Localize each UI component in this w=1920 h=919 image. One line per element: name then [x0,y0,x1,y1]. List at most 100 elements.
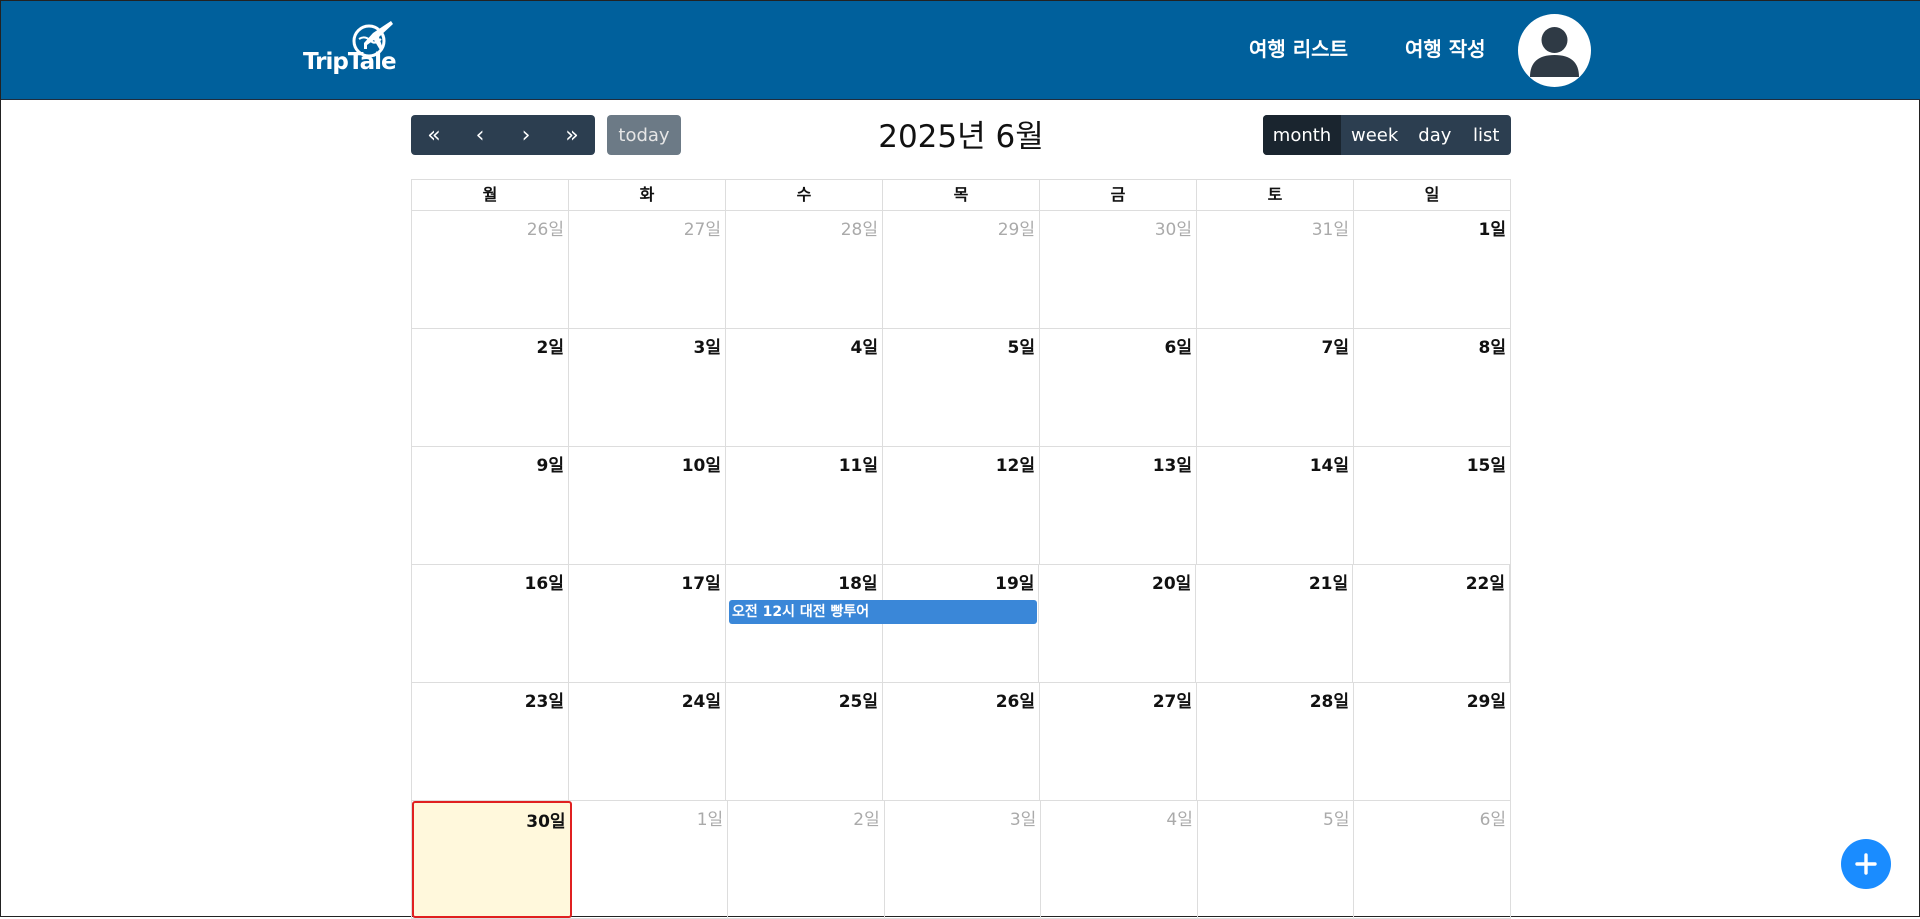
day-cell[interactable]: 4일 [726,329,883,446]
calendar-nav-group: « ‹ › » [411,115,595,155]
day-cell[interactable]: 14일 [1197,447,1354,564]
week-view-button[interactable]: week [1341,115,1408,155]
day-cell[interactable]: 28일 [726,211,883,328]
day-cell[interactable]: 11일 [726,447,883,564]
day-number: 26일 [995,692,1035,712]
week-row: 26일 27일 28일 29일 30일 31일 1일 [412,211,1510,329]
month-view-button[interactable]: month [1263,115,1341,155]
day-number: 20일 [1151,574,1192,594]
day-number: 27일 [683,220,721,240]
day-cell[interactable]: 22일 [1353,565,1511,682]
day-cell[interactable]: 17일 [569,565,726,682]
day-cell[interactable]: 16일 [412,565,569,682]
weekday-header: 월 [412,180,569,210]
user-avatar[interactable] [1518,14,1591,87]
nav-trip-list-link[interactable]: 여행 리스트 [1249,33,1348,62]
day-number: 8일 [1478,338,1506,358]
day-cell[interactable]: 3일 [885,801,1042,918]
day-cell[interactable]: 24일 [569,683,726,800]
day-number: 29일 [997,220,1035,240]
day-cell[interactable]: 13일 [1040,447,1197,564]
triptale-logo[interactable]: TripTale [303,19,397,77]
day-cell[interactable]: 3일 [569,329,726,446]
weekday-header: 일 [1424,185,1440,204]
day-number: 25일 [838,692,878,712]
day-cell[interactable]: 8일 [1354,329,1510,446]
logo-text: TripTale [303,49,397,75]
day-number: 29일 [1466,692,1506,712]
day-cell[interactable]: 1일 [1354,211,1510,328]
prev-month-button[interactable]: ‹ [457,115,503,155]
day-number: 14일 [1309,456,1349,476]
day-number: 12일 [995,456,1035,476]
day-number: 13일 [1152,456,1192,476]
day-number: 23일 [524,692,564,712]
day-number: 16일 [524,574,564,594]
day-number: 17일 [681,574,721,594]
day-cell[interactable]: 5일 [1198,801,1355,918]
day-cell[interactable]: 31일 [1197,211,1354,328]
day-cell[interactable]: 2일 [412,329,569,446]
day-cell[interactable]: 20일 [1039,565,1197,682]
next-year-button[interactable]: » [549,115,595,155]
day-cell[interactable]: 6일 [1040,329,1197,446]
day-number: 1일 [1478,220,1506,240]
week-row: 2일 3일 4일 5일 6일 7일 8일 [412,329,1510,447]
day-cell[interactable]: 12일 [883,447,1040,564]
day-cell[interactable]: 27일 [569,211,726,328]
day-number: 1일 [696,810,724,830]
today-day-cell[interactable]: 30일 [412,801,572,918]
today-button[interactable]: today [607,115,681,155]
weekday-header: 토 [1197,180,1354,210]
day-cell[interactable]: 28일 [1197,683,1354,800]
day-cell[interactable]: 2일 [728,801,885,918]
day-view-button[interactable]: day [1408,115,1461,155]
day-cell[interactable]: 10일 [569,447,726,564]
day-cell[interactable]: 29일 [1354,683,1510,800]
day-cell[interactable]: 4일 [1041,801,1198,918]
day-cell[interactable]: 27일 [1040,683,1197,800]
day-number: 9일 [536,456,564,476]
day-cell[interactable]: 5일 [883,329,1040,446]
day-cell[interactable]: 9일 [412,447,569,564]
day-number: 10일 [681,456,721,476]
day-number: 28일 [840,220,878,240]
day-number: 3일 [1009,810,1037,830]
day-number: 6일 [1164,338,1192,358]
day-number: 31일 [1311,220,1349,240]
nav-trip-write-link[interactable]: 여행 작성 [1405,33,1486,62]
day-number: 26일 [526,220,564,240]
day-number: 24일 [681,692,721,712]
add-trip-button[interactable] [1841,839,1891,889]
day-number: 4일 [1166,810,1193,830]
day-number: 5일 [1007,338,1035,358]
weekday-header: 수 [726,180,883,210]
calendar-title: 2025년 6월 [878,119,1044,155]
day-cell[interactable]: 26일 [883,683,1040,800]
day-cell[interactable]: 23일 [412,683,569,800]
week-row: 16일 17일 18일 19일 20일 21일 22일 오전 12시 대전 빵투어 [412,565,1511,683]
day-cell[interactable]: 6일 [1354,801,1510,918]
next-month-button[interactable]: › [503,115,549,155]
weekday-header: 화 [569,180,726,210]
day-cell[interactable]: 29일 [883,211,1040,328]
day-cell[interactable]: 1일 [572,801,729,918]
week-row: 23일 24일 25일 26일 27일 28일 29일 [412,683,1510,801]
calendar-event[interactable]: 오전 12시 대전 빵투어 [729,600,1037,624]
week-row: 9일 10일 11일 12일 13일 14일 15일 [412,447,1510,565]
user-icon [1530,27,1579,77]
day-number: 18일 [838,574,878,594]
day-cell[interactable]: 15일 [1354,447,1510,564]
day-cell[interactable]: 21일 [1196,565,1354,682]
day-cell[interactable]: 30일 [1040,211,1197,328]
day-cell[interactable]: 26일 [412,211,569,328]
list-view-button[interactable]: list [1461,115,1511,155]
day-cell[interactable]: 25일 [726,683,883,800]
day-number: 30일 [1154,220,1192,240]
day-number: 19일 [995,574,1035,594]
day-cell[interactable]: 7일 [1197,329,1354,446]
prev-year-button[interactable]: « [411,115,457,155]
day-number: 2일 [853,810,880,830]
day-number: 11일 [838,456,878,476]
weekday-header-row: 월화수목금토 일 [412,180,1510,211]
